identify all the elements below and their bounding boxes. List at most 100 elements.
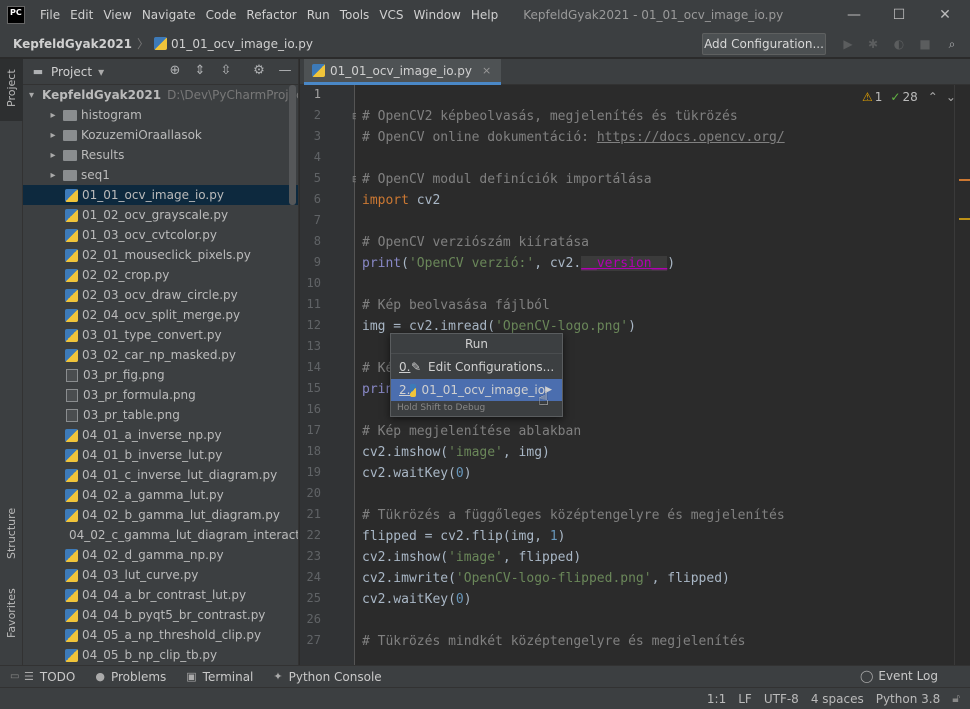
terminal-tool-button[interactable]: ▣ Terminal [186,670,253,684]
menu-run[interactable]: Run [302,0,335,30]
python-icon: ✦ [273,670,283,683]
tree-file[interactable]: 04_03_lut_curve.py [23,565,298,585]
caret-position[interactable]: 1:1 [707,692,726,706]
run-icon[interactable]: ▶ [840,36,856,52]
chevron-down-icon[interactable]: ▾ [98,65,104,79]
file-encoding[interactable]: UTF-8 [764,692,799,706]
tree-folder[interactable]: ▸ seq1 [23,165,298,185]
expand-all-icon[interactable]: ⇕ [192,63,208,79]
tree-file[interactable]: 03_pr_formula.png [23,385,298,405]
tree-file[interactable]: 03_01_type_convert.py [23,325,298,345]
breadcrumb-project[interactable]: KepfeldGyak2021 [13,37,132,51]
event-log-tool-button[interactable]: ◯ Event Log [860,669,938,683]
tree-file[interactable]: 04_05_a_np_threshold_clip.py [23,625,298,645]
line-separator[interactable]: LF [738,692,752,706]
menu-edit[interactable]: Edit [65,0,98,30]
editor-tab-active[interactable]: 01_01_ocv_image_io.py × [304,59,502,85]
lock-icon[interactable]: 🔓︎ [952,691,960,706]
stop-icon[interactable]: ■ [917,36,933,52]
hide-icon[interactable]: — [277,63,293,79]
menu-help[interactable]: Help [466,0,503,30]
tree-file[interactable]: 04_05_b_np_clip_tb.py [23,645,298,665]
window-title: KepfeldGyak2021 - 01_01_ocv_image_io.py [523,8,784,22]
project-tree-scrollbar[interactable] [289,85,296,205]
layout-icon[interactable]: ▭ [10,671,24,682]
tree-file[interactable]: 04_02_d_gamma_np.py [23,545,298,565]
menu-view[interactable]: View [98,0,136,30]
menu-window[interactable]: Window [409,0,466,30]
tree-file[interactable]: 03_pr_table.png [23,405,298,425]
tree-file[interactable]: 04_01_a_inverse_np.py [23,425,298,445]
chevron-right-icon[interactable]: ▸ [47,110,59,121]
python-interpreter[interactable]: Python 3.8 [876,692,941,706]
tree-item-label: 04_01_a_inverse_np.py [82,428,222,442]
tree-file[interactable]: 04_02_a_gamma_lut.py [23,485,298,505]
tree-file[interactable]: 04_04_b_pyqt5_br_contrast.py [23,605,298,625]
tree-folder[interactable]: ▸ KozuzemiOraallasok [23,125,298,145]
tree-folder[interactable]: ▸ Results [23,145,298,165]
tree-file[interactable]: 01_03_ocv_cvtcolor.py [23,225,298,245]
folder-icon [63,149,77,161]
todo-tool-button[interactable]: ☰ TODO [24,670,75,684]
tree-file[interactable]: 03_pr_fig.png [23,365,298,385]
maximize-button[interactable]: ☐ [876,0,922,30]
add-configuration-button[interactable]: Add Configuration... [702,33,826,55]
problems-tool-button[interactable]: ● Problems [95,670,166,684]
popup-item-run-config[interactable]: 2. 01_01_ocv_image_io ▶ [391,379,562,401]
tree-item-label: KozuzemiOraallasok [81,128,202,142]
tree-file[interactable]: 01_02_ocv_grayscale.py [23,205,298,225]
menu-navigate[interactable]: Navigate [137,0,201,30]
menu-vcs[interactable]: VCS [374,0,408,30]
tree-file[interactable]: 02_04_ocv_split_merge.py [23,305,298,325]
weak-warning-count: 28 [902,90,918,104]
close-window-button[interactable]: ✕ [922,0,968,30]
code-line: # OpenCV online dokumentáció: https://do… [362,130,785,145]
tree-file[interactable]: 04_01_c_inverse_lut_diagram.py [23,465,298,485]
python-file-icon [65,188,78,202]
tree-root[interactable]: ▾ KepfeldGyak2021 D:\Dev\PyCharmProjects [23,85,298,105]
search-everywhere-icon[interactable]: ⌕ [944,36,960,52]
collapse-all-icon[interactable]: ⇳ [218,63,234,79]
locate-icon[interactable]: ⊕ [167,63,183,79]
menu-file[interactable]: File [35,0,65,30]
tree-file[interactable]: 02_01_mouseclick_pixels.py [23,245,298,265]
inspection-widget[interactable]: ⚠ 1 ✓ 28 ⌃ ⌄ [862,90,956,104]
chevron-right-icon[interactable]: ▸ [47,130,59,141]
chevron-down-icon[interactable]: ▾ [29,90,34,101]
breadcrumb-file[interactable]: 01_01_ocv_image_io.py [171,37,313,51]
tree-file[interactable]: 02_02_crop.py [23,265,298,285]
tree-file[interactable]: 04_02_b_gamma_lut_diagram.py [23,505,298,525]
tree-file[interactable]: 04_02_c_gamma_lut_diagram_interactive.py [23,525,298,545]
python-file-icon [65,508,78,522]
editor-scrollbar[interactable] [954,85,970,665]
tree-file[interactable]: 01_01_ocv_image_io.py [23,185,298,205]
close-tab-icon[interactable]: × [482,64,491,77]
line-number: 6 [313,192,321,206]
code-line: # Kép beolvasása fájlból [362,298,550,313]
menu-refactor[interactable]: Refactor [241,0,301,30]
minimize-button[interactable]: — [831,0,877,30]
popup-item-edit-configurations[interactable]: 0. ✎ Edit Configurations... [391,356,562,378]
project-panel-title[interactable]: Project [51,65,92,79]
error-stripe-mark[interactable] [959,218,970,220]
chevron-right-icon[interactable]: ▸ [47,170,59,181]
menu-tools[interactable]: Tools [335,0,375,30]
menu-code[interactable]: Code [201,0,242,30]
error-stripe-mark[interactable] [959,179,970,181]
tree-file[interactable]: 04_04_a_br_contrast_lut.py [23,585,298,605]
tree-file[interactable]: 04_01_b_inverse_lut.py [23,445,298,465]
indent-setting[interactable]: 4 spaces [811,692,864,706]
tree-folder[interactable]: ▸ histogram [23,105,298,125]
project-tool-tab[interactable]: Project [0,59,23,121]
tree-file[interactable]: 03_02_car_np_masked.py [23,345,298,365]
structure-tool-tab[interactable]: Structure [0,499,23,569]
favorites-tool-tab[interactable]: Favorites [0,584,23,664]
tree-file[interactable]: 02_03_ocv_draw_circle.py [23,285,298,305]
debug-icon[interactable]: ✱ [865,36,881,52]
chevron-right-icon[interactable]: ▸ [47,150,59,161]
chevron-up-icon[interactable]: ⌃ [928,90,938,104]
python-console-tool-button[interactable]: ✦ Python Console [273,670,381,684]
coverage-icon[interactable]: ◐ [891,36,907,52]
gear-icon[interactable]: ⚙ [251,63,267,79]
line-number: 15 [306,381,321,395]
